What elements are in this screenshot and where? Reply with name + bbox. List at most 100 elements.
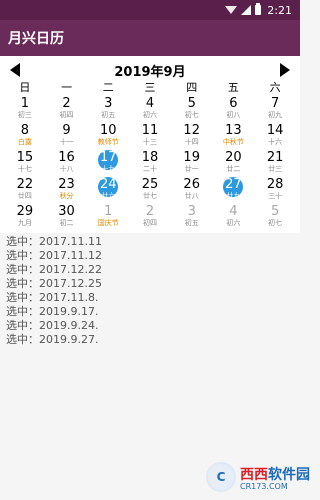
weekday-label: 六 [269,81,281,94]
calendar-day[interactable]: 26 廿八 [171,178,213,204]
calendar-day-number: 22 [16,177,34,192]
calendar-day-lunar: 中秋节 [222,138,244,146]
calendar-day-lunar: 廿一 [184,165,199,173]
calendar-day[interactable]: 12 十四 [171,124,213,150]
calendar-day-number: 27 [225,177,242,192]
calendar-day-lunar: 廿四 [17,192,32,200]
calendar-day[interactable]: 4 初六 [213,205,255,231]
calendar-week-row: 15 十七 16 十八 17 十九 18 二十 19 廿一 20 廿二 21 廿三 [4,150,296,177]
calendar-day-number: 6 [229,96,238,111]
calendar-day[interactable]: 29 九月 [4,205,46,231]
calendar-day-number: 19 [183,150,200,165]
watermark-brand: 西西 [240,466,268,483]
calendar-day[interactable]: 6 初八 [213,97,255,123]
calendar-day-lunar: 初八 [226,111,241,119]
calendar-day[interactable]: 10 教师节 [87,124,129,150]
calendar-day[interactable]: 8 白露 [4,124,46,150]
signal-icon [241,5,252,15]
calendar-day-lunar: 十三 [142,138,157,146]
calendar-day-lunar: 二十 [142,165,157,173]
calendar-day-lunar: 十七 [17,165,32,173]
calendar-day[interactable]: 13 中秋节 [213,124,255,150]
calendar-day-selected[interactable]: 17 十九 [87,150,129,177]
watermark-text: 西西软件园 CR173.COM [240,464,310,491]
calendar-day[interactable]: 14 十六 [254,124,296,150]
calendar-day-lunar: 十一 [59,138,74,146]
calendar-day-number: 24 [100,177,117,192]
calendar-day-lunar: 初九 [268,111,283,119]
calendar-day-selected[interactable]: 24 廿六 [87,177,129,204]
calendar-day[interactable]: 23 秋分 [46,178,88,204]
calendar-day-lunar: 廿六 [101,192,116,200]
calendar-day-lunar: 廿九 [226,192,241,200]
calendar-day[interactable]: 22 廿四 [4,178,46,204]
calendar-day-number: 20 [225,150,242,165]
calendar-day[interactable]: 2 初四 [46,97,88,123]
calendar-day-number: 3 [187,204,196,219]
calendar-day-lunar: 初六 [226,219,241,227]
calendar-day[interactable]: 25 廿七 [129,178,171,204]
calendar-day[interactable]: 15 十七 [4,151,46,177]
calendar-day-lunar: 十八 [59,165,74,173]
status-time: 2:21 [267,3,292,17]
calendar-day-lunar: 十九 [101,165,116,173]
calendar-day-selected[interactable]: 27 廿九 [213,177,255,204]
calendar-day-lunar: 初三 [17,111,32,119]
calendar-day-number: 13 [225,123,242,138]
calendar-day[interactable]: 5 初七 [171,97,213,123]
weekday-label: 五 [227,81,239,94]
calendar-day-lunar: 十六 [268,138,283,146]
calendar-day-number: 25 [141,177,159,192]
calendar-day-lunar: 秋分 [59,192,74,200]
calendar-day[interactable]: 18 二十 [129,151,171,177]
calendar-day[interactable]: 1 国庆节 [87,205,129,231]
calendar-day[interactable]: 9 十一 [46,124,88,150]
selected-date-item: 选中：2017.11.12 [6,249,102,262]
calendar-day-lunar: 国庆节 [97,219,119,227]
weekday-label: 四 [186,81,198,94]
calendar-day-number: 11 [141,123,159,138]
month-title: 2019年9月 [114,64,186,80]
calendar-day-number: 8 [20,123,29,138]
calendar-day[interactable]: 11 十三 [129,124,171,150]
calendar-day[interactable]: 20 廿二 [213,151,255,177]
calendar-day-number: 7 [271,96,280,111]
selected-date-item: 选中：2019.9.24. [6,319,99,332]
calendar-day[interactable]: 30 初二 [46,205,88,231]
calendar-day[interactable]: 16 十八 [46,151,88,177]
calendar-day[interactable]: 7 初九 [254,97,296,123]
calendar-day[interactable]: 28 三十 [254,178,296,204]
calendar-day-number: 26 [183,177,200,192]
calendar-day-lunar: 十四 [184,138,199,146]
calendar-day-lunar: 初五 [184,219,199,227]
calendar-day-number: 14 [266,123,284,138]
calendar-day-number: 18 [141,150,159,165]
watermark-logo: C 西西软件园 CR173.COM [206,462,310,492]
calendar-day[interactable]: 3 初五 [87,97,129,123]
calendar-grid: 1 初三 2 初四 3 初五 4 初六 5 初七 6 初八 7 初九 8 白露 9 十一 10 教师节 11 十三 12 十四… [4,97,296,231]
month-header: 2019年9月 [4,60,296,80]
watermark-mark-icon: C [206,462,236,492]
wifi-icon [225,6,238,14]
calendar-day-lunar: 廿七 [142,192,157,200]
calendar-day[interactable]: 2 初四 [129,205,171,231]
calendar-day-number: 4 [145,96,155,111]
calendar-day-number: 10 [100,123,117,138]
weekday-label: 日 [19,81,31,94]
app-title: 月兴日历 [8,31,64,47]
calendar-day[interactable]: 21 廿三 [254,151,296,177]
next-month-button[interactable] [279,63,290,77]
calendar-day-number: 28 [266,177,284,192]
calendar-day[interactable]: 19 廿一 [171,151,213,177]
calendar-day-lunar: 初四 [142,219,157,227]
previous-month-button[interactable] [10,63,20,77]
calendar-day-number: 1 [20,96,29,111]
calendar-day[interactable]: 5 初七 [254,205,296,231]
calendar-day[interactable]: 4 初六 [129,97,171,123]
calendar-day-number: 4 [229,204,238,219]
watermark-site: 软件园 [268,466,310,483]
calendar-day[interactable]: 3 初五 [171,205,213,231]
calendar-day[interactable]: 1 初三 [4,97,46,123]
calendar-day-lunar: 初四 [59,111,74,119]
calendar-day-lunar: 初二 [59,219,74,227]
